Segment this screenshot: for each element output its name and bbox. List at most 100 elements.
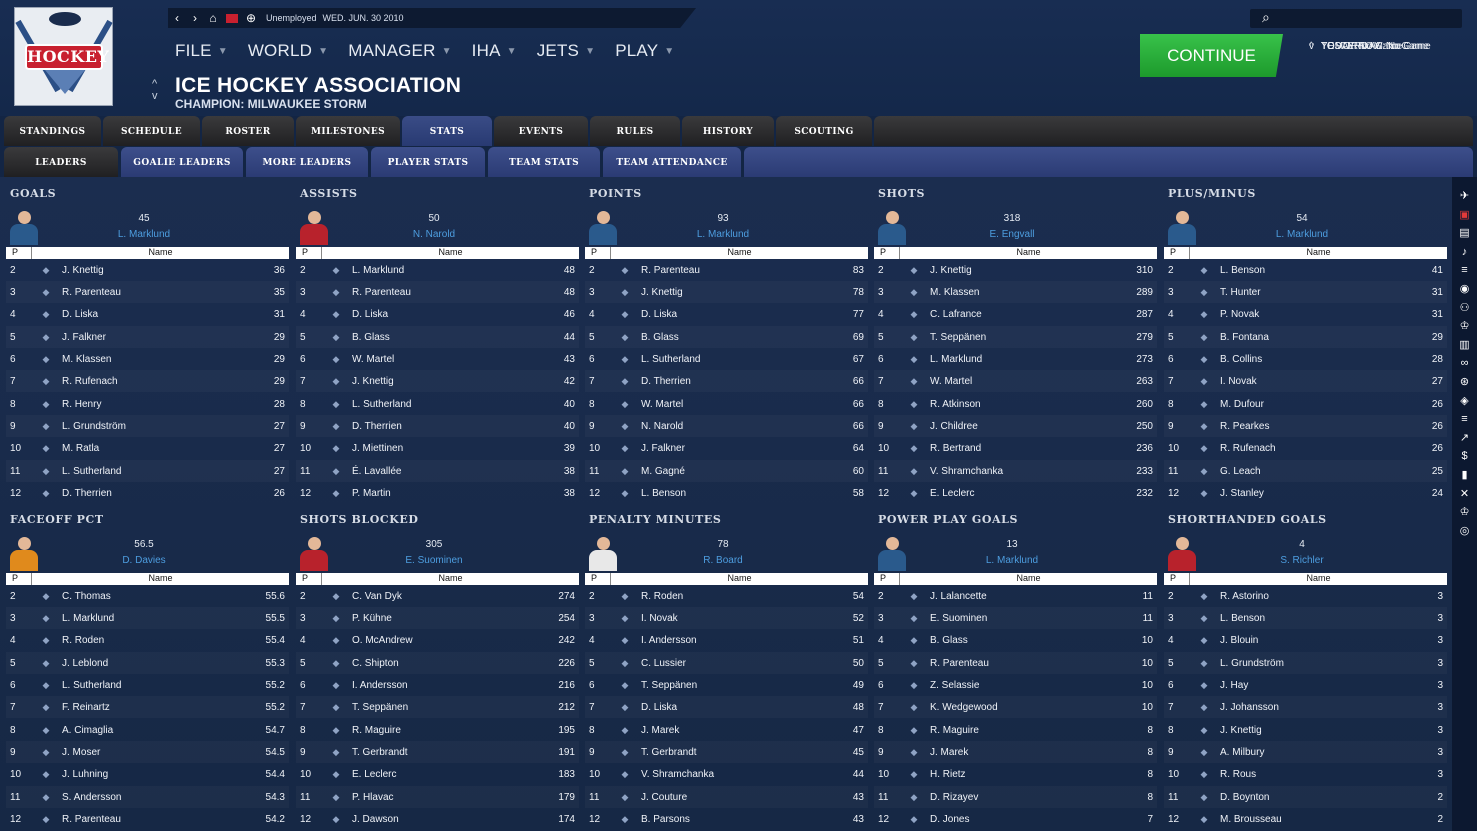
- team-logo-icon[interactable]: [542, 537, 576, 567]
- player-name[interactable]: D. Jones: [930, 814, 1117, 825]
- table-row[interactable]: 10 ◆ J. Luhning 54.4: [6, 763, 289, 785]
- table-row[interactable]: 10 ◆ M. Ratla 27: [6, 437, 289, 459]
- player-name[interactable]: P. Martin: [352, 488, 539, 499]
- player-name[interactable]: W. Martel: [641, 399, 828, 410]
- table-row[interactable]: 5 ◆ B. Glass 69: [585, 326, 868, 348]
- table-row[interactable]: 11 ◆ M. Gagné 60: [585, 460, 868, 482]
- tab-history[interactable]: HISTORY: [682, 116, 774, 146]
- player-name[interactable]: J. Knettig: [930, 265, 1117, 276]
- table-row[interactable]: 5 ◆ T. Seppänen 279: [874, 326, 1157, 348]
- menu-jets[interactable]: JETS ▼: [537, 41, 595, 61]
- player-name[interactable]: J. Miettinen: [352, 443, 539, 454]
- subtab-team-attendance[interactable]: TEAM ATTENDANCE: [603, 147, 741, 177]
- player-name[interactable]: J. Knettig: [641, 287, 828, 298]
- table-row[interactable]: 4 ◆ J. Blouin 3: [1164, 629, 1447, 651]
- player-name[interactable]: D. Therrien: [62, 488, 249, 499]
- table-row[interactable]: 3 ◆ L. Benson 3: [1164, 607, 1447, 629]
- player-name[interactable]: P. Hlavac: [352, 792, 539, 803]
- player-name[interactable]: J. Knettig: [1220, 725, 1407, 736]
- handshake-icon[interactable]: ∞: [1456, 354, 1474, 373]
- table-row[interactable]: 4 ◆ C. Lafrance 287: [874, 303, 1157, 325]
- table-row[interactable]: 9 ◆ J. Marek 8: [874, 741, 1157, 763]
- table-row[interactable]: 7 ◆ F. Reinartz 55.2: [6, 696, 289, 718]
- subtab-more-leaders[interactable]: MORE LEADERS: [246, 147, 368, 177]
- player-name[interactable]: J. Hay: [1220, 680, 1407, 691]
- menu-play[interactable]: PLAY ▼: [615, 41, 674, 61]
- table-row[interactable]: 6 ◆ L. Sutherland 55.2: [6, 674, 289, 696]
- player-name[interactable]: L. Benson: [641, 488, 828, 499]
- table-row[interactable]: 2 ◆ C. Thomas 55.6: [6, 585, 289, 607]
- column-header-name[interactable]: Name: [32, 573, 289, 585]
- player-name[interactable]: L. Sutherland: [62, 680, 249, 691]
- league-switch-arrows[interactable]: ^ v: [152, 78, 158, 102]
- table-row[interactable]: 4 ◆ D. Liska 77: [585, 303, 868, 325]
- table-row[interactable]: 9 ◆ J. Moser 54.5: [6, 741, 289, 763]
- player-name[interactable]: B. Glass: [641, 332, 828, 343]
- leader-photo[interactable]: [1166, 209, 1198, 245]
- leader-photo[interactable]: [876, 535, 908, 571]
- tab-scouting[interactable]: SCOUTING: [776, 116, 872, 146]
- table-row[interactable]: 2 ◆ J. Knettig 310: [874, 259, 1157, 281]
- player-name[interactable]: D. Liska: [352, 309, 539, 320]
- stats-icon[interactable]: ⊛: [1456, 373, 1474, 392]
- table-row[interactable]: 11 ◆ P. Hlavac 179: [296, 786, 579, 808]
- table-row[interactable]: 2 ◆ R. Parenteau 83: [585, 259, 868, 281]
- table-row[interactable]: 2 ◆ L. Marklund 48: [296, 259, 579, 281]
- player-name[interactable]: D. Therrien: [352, 421, 539, 432]
- player-name[interactable]: M. Brousseau: [1220, 814, 1407, 825]
- table-row[interactable]: 5 ◆ J. Falkner 29: [6, 326, 289, 348]
- table-row[interactable]: 9 ◆ A. Milbury 3: [1164, 741, 1447, 763]
- trophy-icon[interactable]: ♔: [1456, 503, 1474, 522]
- table-row[interactable]: 7 ◆ D. Liska 48: [585, 696, 868, 718]
- table-row[interactable]: 6 ◆ L. Marklund 273: [874, 348, 1157, 370]
- table-row[interactable]: 10 ◆ R. Rous 3: [1164, 763, 1447, 785]
- player-name[interactable]: J. Luhning: [62, 769, 249, 780]
- player-name[interactable]: T. Gerbrandt: [352, 747, 539, 758]
- player-name[interactable]: S. Andersson: [62, 792, 249, 803]
- player-name[interactable]: C. Lussier: [641, 658, 828, 669]
- table-row[interactable]: 4 ◆ D. Liska 46: [296, 303, 579, 325]
- player-name[interactable]: B. Glass: [352, 332, 539, 343]
- table-row[interactable]: 12 ◆ M. Brousseau 2: [1164, 808, 1447, 830]
- team-logo-icon[interactable]: [831, 537, 865, 567]
- player-name[interactable]: O. McAndrew: [352, 635, 539, 646]
- player-name[interactable]: C. Van Dyk: [352, 591, 539, 602]
- player-name[interactable]: R. Bertrand: [930, 443, 1117, 454]
- player-name[interactable]: L. Benson: [1220, 265, 1407, 276]
- player-name[interactable]: A. Milbury: [1220, 747, 1407, 758]
- player-name[interactable]: V. Shramchanka: [930, 466, 1117, 477]
- player-name[interactable]: M. Klassen: [930, 287, 1117, 298]
- player-name[interactable]: M. Dufour: [1220, 399, 1407, 410]
- table-row[interactable]: 9 ◆ J. Childree 250: [874, 415, 1157, 437]
- leader-name[interactable]: E. Engvall: [912, 229, 1112, 240]
- player-name[interactable]: R. Parenteau: [641, 265, 828, 276]
- table-row[interactable]: 12 ◆ J. Dawson 174: [296, 808, 579, 830]
- sticks-icon[interactable]: ✕: [1456, 485, 1474, 504]
- column-header-p[interactable]: P: [296, 573, 322, 585]
- tab-milestones[interactable]: MILESTONES: [296, 116, 400, 146]
- player-name[interactable]: P. Novak: [1220, 309, 1407, 320]
- player-name[interactable]: L. Sutherland: [352, 399, 539, 410]
- table-row[interactable]: 3 ◆ R. Parenteau 35: [6, 281, 289, 303]
- table-row[interactable]: 12 ◆ R. Parenteau 54.2: [6, 808, 289, 830]
- player-name[interactable]: J. Leblond: [62, 658, 249, 669]
- player-name[interactable]: T. Seppänen: [641, 680, 828, 691]
- player-name[interactable]: R. Astorino: [1220, 591, 1407, 602]
- leader-photo[interactable]: [1166, 535, 1198, 571]
- tab-roster[interactable]: ROSTER: [202, 116, 294, 146]
- table-row[interactable]: 11 ◆ L. Sutherland 27: [6, 460, 289, 482]
- whistle-icon[interactable]: ♪: [1456, 243, 1474, 262]
- trophy-icon[interactable]: ♔: [1456, 317, 1474, 336]
- table-row[interactable]: 4 ◆ O. McAndrew 242: [296, 629, 579, 651]
- table-row[interactable]: 10 ◆ R. Bertrand 236: [874, 437, 1157, 459]
- table-row[interactable]: 8 ◆ J. Marek 47: [585, 719, 868, 741]
- table-row[interactable]: 4 ◆ B. Glass 10: [874, 629, 1157, 651]
- table-row[interactable]: 7 ◆ W. Martel 263: [874, 370, 1157, 392]
- table-row[interactable]: 10 ◆ V. Shramchanka 44: [585, 763, 868, 785]
- table-row[interactable]: 3 ◆ T. Hunter 31: [1164, 281, 1447, 303]
- table-row[interactable]: 8 ◆ R. Maguire 195: [296, 719, 579, 741]
- table-row[interactable]: 11 ◆ J. Couture 43: [585, 786, 868, 808]
- player-name[interactable]: V. Shramchanka: [641, 769, 828, 780]
- player-name[interactable]: D. Therrien: [641, 376, 828, 387]
- table-row[interactable]: 5 ◆ B. Glass 44: [296, 326, 579, 348]
